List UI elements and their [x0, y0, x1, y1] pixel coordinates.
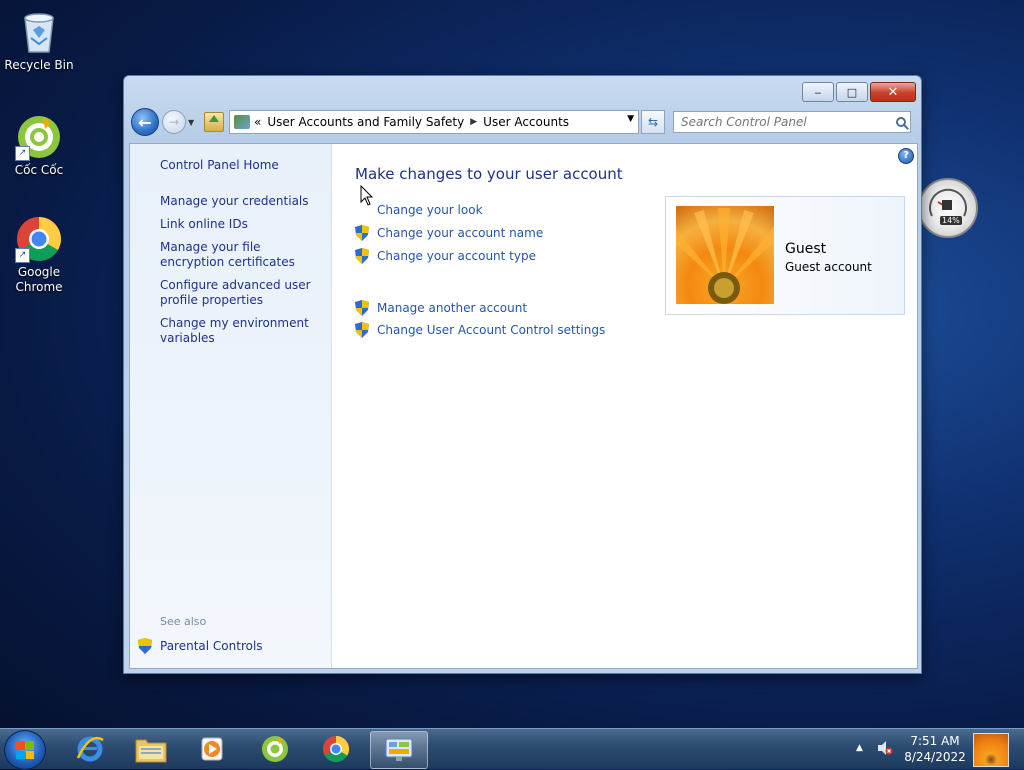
internet-explorer-icon	[76, 736, 104, 762]
breadcrumb-separator-icon[interactable]: ▶	[470, 117, 477, 127]
coc-coc-icon: ↗	[15, 113, 63, 161]
user-thumbnail-button[interactable]	[973, 733, 1009, 767]
taskbar-control-panel[interactable]	[370, 731, 428, 769]
task-label[interactable]: Change your look	[377, 203, 483, 217]
gauge-icon	[929, 188, 967, 217]
taskbar-internet-explorer[interactable]	[62, 731, 118, 767]
content-area: Control Panel Home Manage your credentia…	[129, 143, 918, 669]
system-clock[interactable]: 7:51 AM 8/24/2022	[900, 733, 970, 765]
task-label[interactable]: Manage another account	[377, 301, 527, 315]
cpu-percent: 14%	[940, 216, 962, 225]
chevron-down-icon: ▼	[188, 117, 195, 127]
chrome-icon	[323, 735, 350, 763]
minimize-button[interactable]: ‒	[802, 82, 834, 102]
address-dropdown-icon[interactable]: ▼	[627, 114, 634, 124]
up-folder-icon[interactable]	[204, 112, 224, 132]
desktop-icon-label: Recycle Bin	[4, 58, 74, 72]
shield-icon	[355, 225, 369, 241]
parental-controls-link[interactable]: Parental Controls	[138, 638, 263, 654]
media-player-icon	[201, 737, 223, 761]
taskbar-coc-coc[interactable]	[247, 731, 303, 767]
account-name: Guest	[785, 241, 827, 257]
navigation-bar: ← → ▼ « User Accounts and Family Safety …	[131, 108, 914, 136]
address-bar[interactable]: « User Accounts and Family Safety ▶ User…	[229, 110, 639, 134]
main-panel: ? Make changes to your user account Chan…	[332, 144, 917, 668]
account-picture[interactable]	[676, 206, 774, 304]
search-input[interactable]	[681, 115, 881, 129]
flower-icon	[676, 208, 774, 304]
close-button[interactable]: ✕	[870, 82, 916, 102]
address-overflow[interactable]: «	[254, 115, 261, 129]
task-label[interactable]: Change your account type	[377, 249, 536, 263]
taskbar-windows-explorer[interactable]	[123, 731, 179, 767]
arrow-left-icon: ←	[138, 112, 152, 132]
maximize-button[interactable]: □	[836, 82, 868, 102]
window-controls: ‒ □ ✕	[802, 82, 916, 102]
advanced-profile-link[interactable]: Configure advanced user profile properti…	[160, 278, 325, 308]
parental-controls-label[interactable]: Parental Controls	[160, 639, 263, 653]
forward-button[interactable]: →	[162, 110, 186, 134]
recycle-bin-icon	[15, 8, 63, 56]
task-label[interactable]: Change your account name	[377, 226, 543, 240]
change-account-name-link[interactable]: Change your account name	[355, 225, 543, 241]
account-card: Guest Guest account	[665, 196, 905, 315]
breadcrumb-user-accounts-family-safety[interactable]: User Accounts and Family Safety	[267, 115, 464, 129]
link-online-ids-link[interactable]: Link online IDs	[160, 217, 325, 232]
task-label[interactable]: Change User Account Control settings	[377, 323, 605, 337]
desktop-icon-recycle-bin[interactable]: Recycle Bin	[1, 8, 77, 73]
shortcut-arrow-icon: ↗	[15, 146, 30, 161]
coc-coc-icon	[262, 736, 288, 762]
desktop-icon-label: Cốc Cốc	[14, 163, 64, 177]
breadcrumb-user-accounts[interactable]: User Accounts	[483, 115, 569, 129]
file-encryption-link[interactable]: Manage your file encryption certificates	[160, 240, 325, 270]
user-accounts-icon	[234, 115, 250, 129]
account-type: Guest account	[785, 260, 872, 274]
back-button[interactable]: ←	[131, 108, 159, 136]
manage-another-account-link[interactable]: Manage another account	[355, 300, 527, 316]
show-hidden-icons-button[interactable]: ▲	[856, 743, 863, 753]
cpu-meter-gadget[interactable]: 14%	[918, 178, 978, 238]
taskbar-google-chrome[interactable]	[308, 731, 364, 767]
taskbar: ▲ 7:51 AM 8/24/2022	[0, 728, 1024, 770]
speaker-muted-icon[interactable]	[877, 740, 893, 756]
refresh-button[interactable]: ⇆	[641, 110, 665, 134]
search-icon[interactable]	[896, 117, 906, 127]
desktop-icon-label: Google Chrome	[15, 265, 63, 294]
desktop-icon-coc-coc[interactable]: ↗ Cốc Cốc	[1, 113, 77, 178]
folder-icon	[135, 739, 167, 763]
see-also-label: See also	[160, 615, 207, 628]
task-pane: Control Panel Home Manage your credentia…	[130, 144, 332, 668]
shortcut-arrow-icon: ↗	[15, 248, 30, 263]
refresh-icon: ⇆	[647, 115, 659, 129]
page-title: Make changes to your user account	[355, 165, 623, 183]
manage-credentials-link[interactable]: Manage your credentials	[160, 194, 325, 209]
control-panel-icon	[385, 738, 413, 761]
change-look-link[interactable]: Change your look	[355, 203, 483, 217]
shield-icon	[355, 248, 369, 264]
control-panel-window[interactable]: ‒ □ ✕ ← → ▼ « User Accounts and Family S…	[123, 75, 922, 674]
environment-variables-link[interactable]: Change my environment variables	[160, 316, 325, 346]
desktop-icon-google-chrome[interactable]: ↗ Google Chrome	[1, 215, 77, 295]
clock-date: 8/24/2022	[904, 750, 966, 764]
shield-icon	[138, 638, 152, 654]
shield-icon	[355, 300, 369, 316]
recent-pages-button[interactable]: ▼	[188, 118, 200, 127]
change-account-type-link[interactable]: Change your account type	[355, 248, 536, 264]
uac-settings-link[interactable]: Change User Account Control settings	[355, 322, 605, 338]
chrome-icon: ↗	[15, 215, 63, 263]
clock-time: 7:51 AM	[910, 734, 960, 748]
mouse-cursor-icon	[360, 184, 374, 210]
help-icon[interactable]: ?	[898, 148, 914, 164]
search-box[interactable]	[673, 111, 911, 133]
windows-logo-icon	[16, 741, 34, 759]
taskbar-media-player[interactable]	[184, 731, 240, 767]
shield-icon	[355, 322, 369, 338]
control-panel-home-link[interactable]: Control Panel Home	[160, 158, 325, 173]
arrow-right-icon: →	[168, 115, 180, 129]
start-button[interactable]	[4, 730, 46, 770]
